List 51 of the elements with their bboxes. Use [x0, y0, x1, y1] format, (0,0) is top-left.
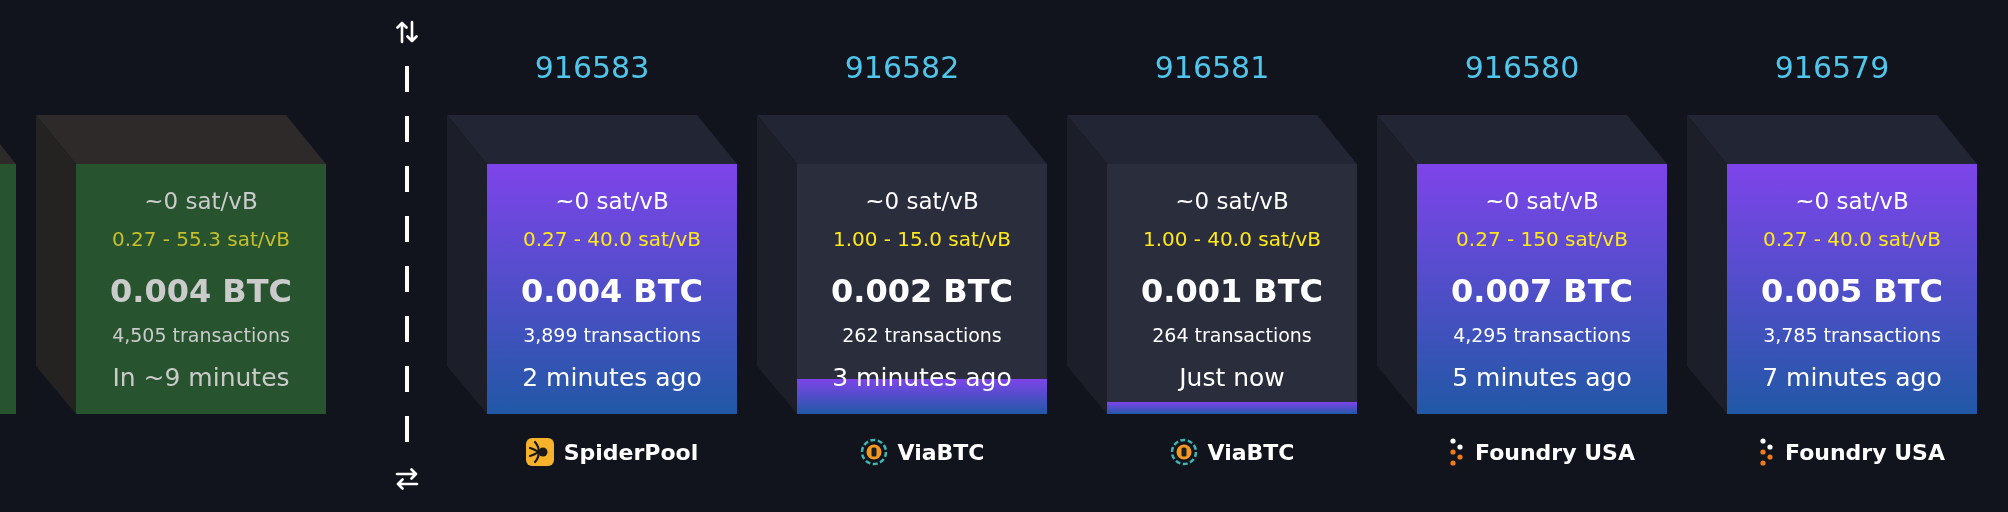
spider-icon	[525, 438, 554, 466]
median-fee: ~0 sat/vB	[1485, 187, 1599, 216]
block-time: 5 minutes ago	[1452, 362, 1632, 394]
fee-range: 1.00 - 15.0 sat/vB	[832, 226, 1012, 253]
transaction-count: 4,505 transactions	[112, 323, 290, 348]
block-height[interactable]: 916582	[844, 51, 960, 85]
block-height[interactable]: 916581	[1154, 51, 1270, 85]
sort-arrows-icon[interactable]	[396, 20, 418, 44]
block-card[interactable]: ~0 sat/vB 0.27 - 40.0 sat/vB 0.005 BTC 3,785 transactions 7 minutes ago	[1727, 164, 1977, 414]
block-total: 0.004 BTC	[520, 271, 704, 311]
median-fee: ~0 sat/vB	[1175, 187, 1289, 216]
block-height[interactable]: 916579	[1774, 51, 1890, 85]
block-card[interactable]: ~0 sat/vB 1.00 - 40.0 sat/vB 0.001 BTC 264 transactions Just now	[1107, 164, 1357, 414]
pool-name[interactable]: Foundry USA	[1475, 439, 1635, 465]
dots-icon	[1759, 438, 1776, 466]
block-total: 0.007 BTC	[1450, 271, 1634, 311]
block-card[interactable]: ~0 sat/vB 0.27 - 55.3 sat/vB 0.004 BTC 4,505 transactions In ~9 minutes	[76, 164, 326, 414]
block-total: 0.004 BTC	[109, 271, 293, 311]
fee-range: 1.00 - 40.0 sat/vB	[1142, 226, 1322, 253]
block-total: 0.001 BTC	[1140, 271, 1324, 311]
transaction-count: 4,295 transactions	[1453, 323, 1631, 348]
block-card[interactable]: ~0 sat/vB 0.27 - 40.0 sat/vB 0.004 BTC 3,899 transactions 2 minutes ago	[487, 164, 737, 414]
block-height[interactable]: 916580	[1464, 51, 1580, 85]
pool-name[interactable]: Foundry USA	[1785, 439, 1945, 465]
block-card[interactable]: ~0 sat/vB 0.27 - 150 sat/vB 0.007 BTC 4,295 transactions 5 minutes ago	[1417, 164, 1667, 414]
transaction-count: 3,785 transactions	[1763, 323, 1941, 348]
pool-name[interactable]: ViaBTC	[1207, 439, 1295, 465]
fee-range: 0.27 - 150 sat/vB	[1456, 226, 1628, 253]
block-time: 2 minutes ago	[522, 362, 702, 394]
block-total: 0.002 BTC	[830, 271, 1014, 311]
median-fee: ~0 sat/vB	[865, 187, 979, 216]
block-time: 7 minutes ago	[1762, 362, 1942, 394]
block-time: Just now	[1179, 362, 1285, 394]
block-height[interactable]: 916583	[534, 51, 650, 85]
dots-icon	[1449, 438, 1466, 466]
pool-name[interactable]: SpiderPool	[563, 439, 699, 465]
fee-range: 0.27 - 40.0 sat/vB	[1762, 226, 1942, 253]
median-fee: ~0 sat/vB	[144, 187, 258, 216]
fee-range: 0.27 - 40.0 sat/vB	[522, 226, 702, 253]
swap-arrows-icon[interactable]	[395, 468, 419, 490]
median-fee: ~0 sat/vB	[1795, 187, 1909, 216]
transaction-count: 3,899 transactions	[523, 323, 701, 348]
block-total: 0.005 BTC	[1760, 271, 1944, 311]
pool-name[interactable]: ViaBTC	[897, 439, 985, 465]
transaction-count: 264 transactions	[1152, 323, 1312, 348]
coin-icon	[1169, 438, 1198, 466]
fee-range: 0.27 - 55.3 sat/vB	[111, 226, 291, 253]
transaction-count: 262 transactions	[842, 323, 1002, 348]
block-eta: In ~9 minutes	[112, 362, 290, 394]
median-fee: ~0 sat/vB	[555, 187, 669, 216]
coin-icon	[859, 438, 888, 466]
